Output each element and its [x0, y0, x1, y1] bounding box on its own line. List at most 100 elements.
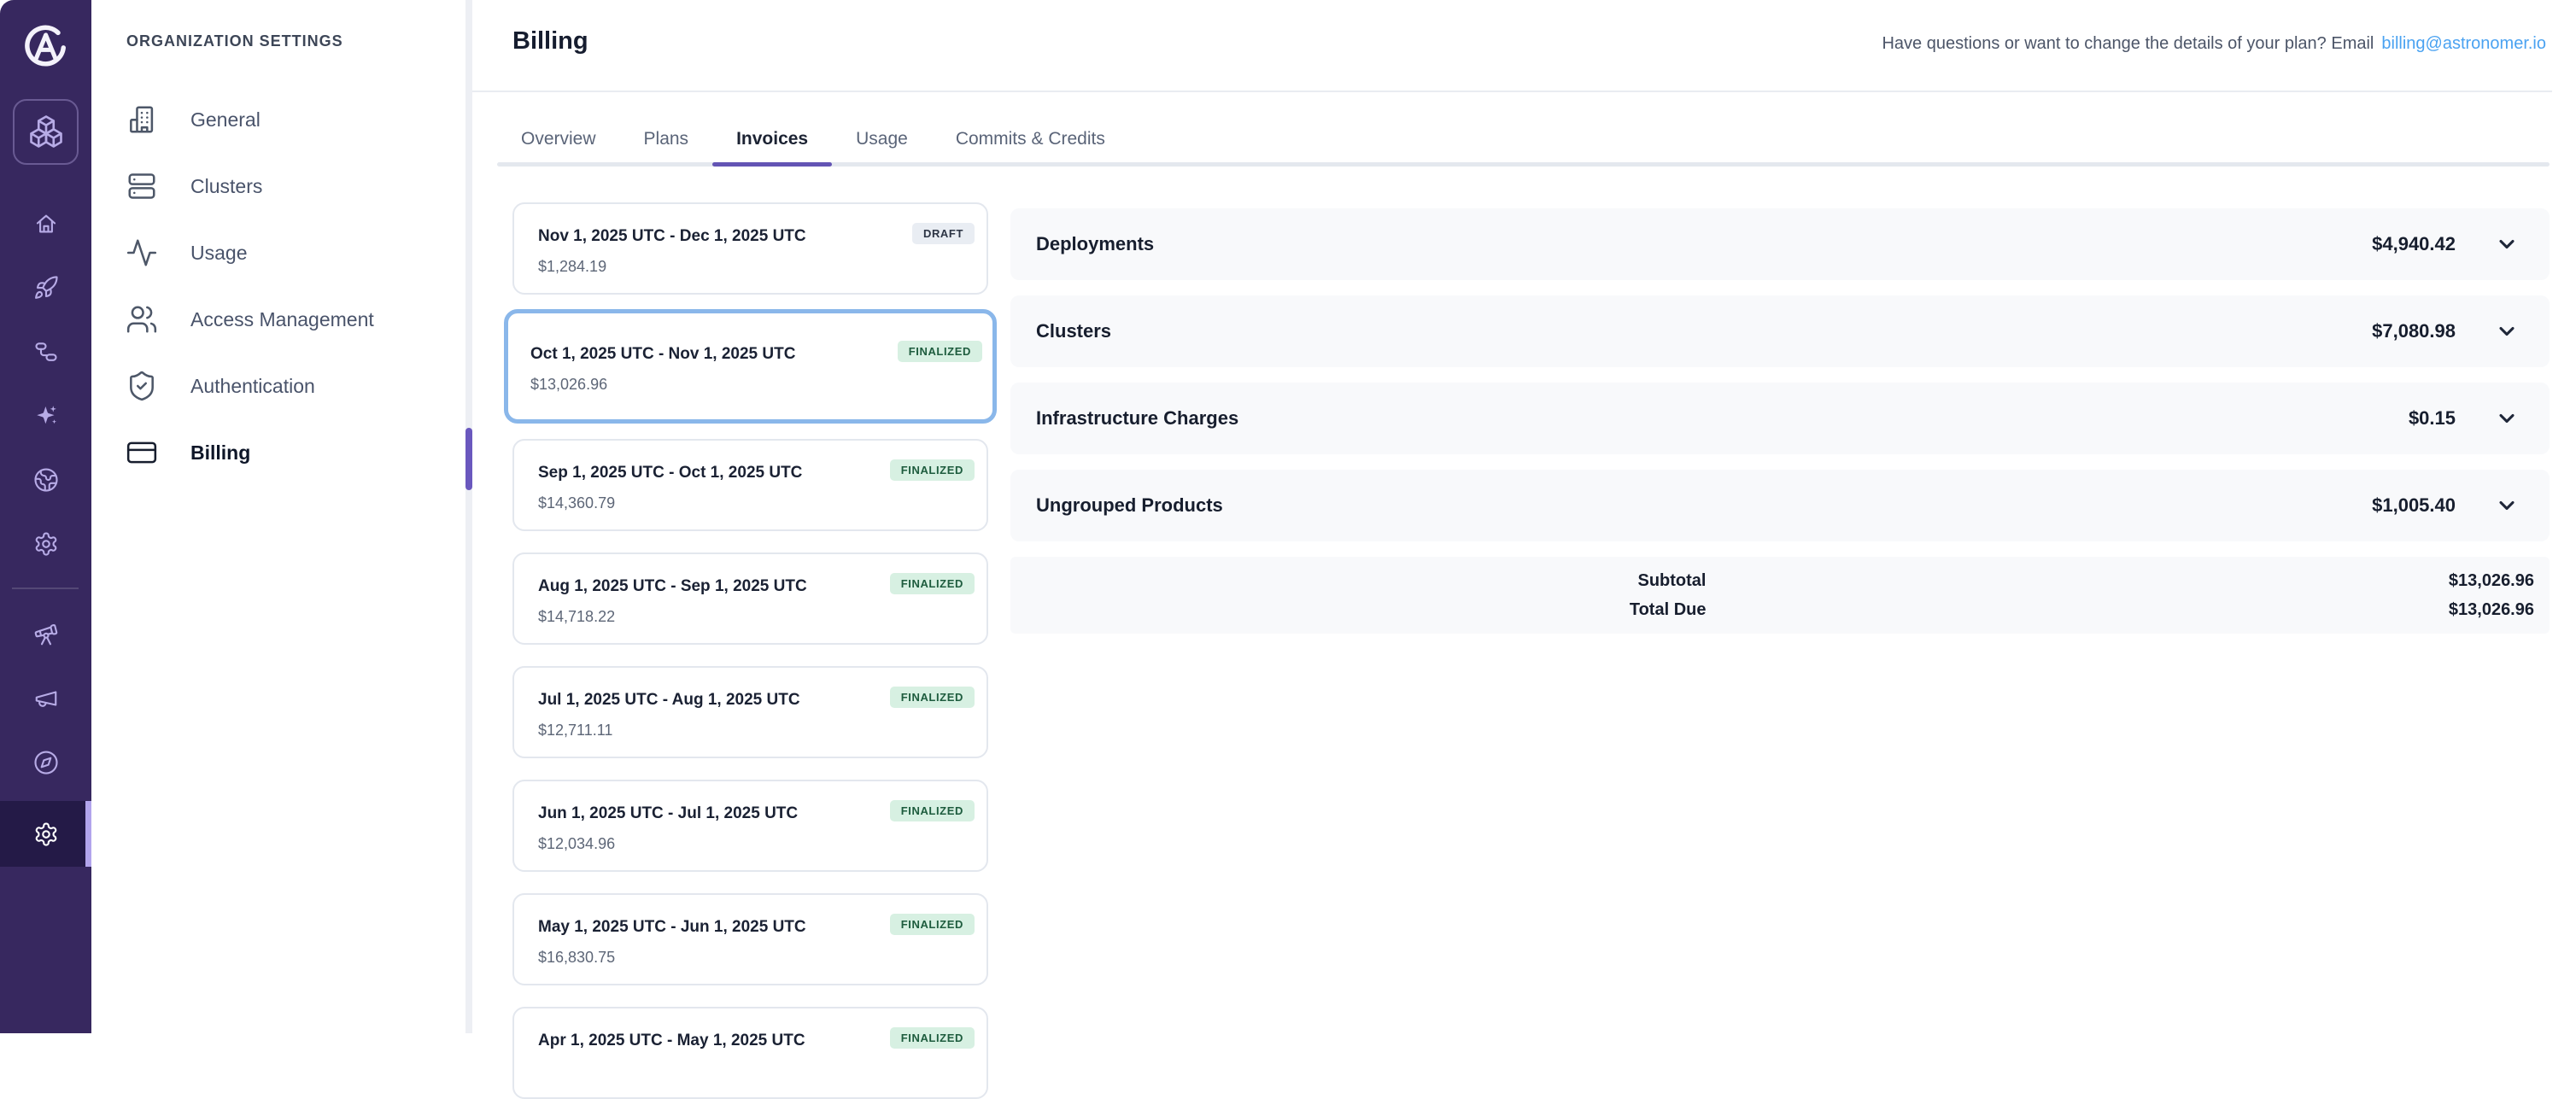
charge-group-label: Infrastructure Charges [1036, 407, 2409, 430]
total-label: Total Due [1010, 600, 1707, 620]
invoice-card-7[interactable]: Apr 1, 2025 UTC - May 1, 2025 UTC FINALI… [512, 1007, 988, 1099]
invoice-status-badge: DRAFT [912, 223, 975, 244]
charge-group-amount: $7,080.98 [2372, 320, 2456, 342]
rail-item-settings-active[interactable] [0, 801, 91, 867]
compass-icon [33, 750, 59, 775]
sidebar-item-label: General [190, 108, 261, 132]
globe-icon [33, 467, 59, 493]
tab-invoices[interactable]: Invoices [712, 116, 832, 162]
rail-item-rocket[interactable] [0, 255, 91, 319]
sidebar-item-label: Authentication [190, 375, 315, 398]
sidebar-item-general[interactable]: General [91, 86, 465, 153]
help-message: Have questions or want to change the det… [1882, 34, 2374, 53]
charge-group-infrastructure-charges[interactable]: Infrastructure Charges $0.15 [1010, 383, 2550, 454]
sidebar-item-billing[interactable]: Billing [91, 419, 465, 486]
rail-divider [12, 587, 79, 589]
sidebar-menu: General Clusters Usage Access Management… [91, 86, 465, 486]
rail-item-megaphone[interactable] [0, 666, 91, 730]
charge-group-ungrouped-products[interactable]: Ungrouped Products $1,005.40 [1010, 470, 2550, 541]
rail-bottom-group [0, 602, 91, 794]
invoice-status-badge: FINALIZED [890, 687, 975, 708]
sidebar-item-usage[interactable]: Usage [91, 219, 465, 286]
active-section-indicator[interactable] [465, 428, 472, 490]
tab-usage[interactable]: Usage [832, 116, 932, 162]
invoice-card-1[interactable]: Oct 1, 2025 UTC - Nov 1, 2025 UTC FINALI… [504, 309, 997, 424]
invoice-status-badge: FINALIZED [890, 1027, 975, 1049]
invoice-card-6[interactable]: May 1, 2025 UTC - Jun 1, 2025 UTC FINALI… [512, 893, 988, 985]
invoice-card-3[interactable]: Aug 1, 2025 UTC - Sep 1, 2025 UTC FINALI… [512, 552, 988, 645]
charge-group-amount: $4,940.42 [2372, 233, 2456, 255]
charge-group-label: Deployments [1036, 233, 2372, 255]
org-settings-sidebar: ORGANIZATION SETTINGS General Clusters U… [91, 0, 465, 1033]
charge-group-clusters[interactable]: Clusters $7,080.98 [1010, 295, 2550, 367]
chevron-down-icon-wrap[interactable] [2495, 406, 2519, 430]
gear-icon [33, 821, 59, 847]
invoice-totals: Subtotal $13,026.96 Total Due $13,026.96 [1010, 557, 2550, 634]
billing-email-link[interactable]: billing@astronomer.io [2381, 34, 2546, 53]
chevron-down-icon-wrap[interactable] [2495, 232, 2519, 256]
invoice-card-4[interactable]: Jul 1, 2025 UTC - Aug 1, 2025 UTC FINALI… [512, 666, 988, 758]
server-icon [126, 170, 158, 202]
building-icon-wrap [125, 102, 159, 137]
invoice-amount: $14,360.79 [538, 492, 963, 514]
main-panel: Billing Have questions or want to change… [472, 0, 2576, 1033]
sidebar-scroll-track [465, 0, 472, 1033]
rail-item-sparkles[interactable] [0, 383, 91, 447]
rocket-icon [33, 275, 59, 301]
sidebar-item-authentication[interactable]: Authentication [91, 353, 465, 419]
rail-item-gear[interactable] [0, 512, 91, 576]
sidebar-item-clusters[interactable]: Clusters [91, 153, 465, 219]
invoice-amount: $12,711.11 [538, 719, 963, 741]
activity-icon [126, 237, 158, 269]
credit-card-icon [126, 436, 158, 469]
rail-item-telescope[interactable] [0, 602, 91, 666]
gear-icon [33, 531, 59, 557]
chevron-down-icon[interactable] [2495, 319, 2519, 343]
users-icon [126, 303, 158, 336]
invoice-card-0[interactable]: Nov 1, 2025 UTC - Dec 1, 2025 UTC DRAFT … [512, 202, 988, 295]
tab-plans[interactable]: Plans [620, 116, 713, 162]
chevron-down-icon[interactable] [2495, 232, 2519, 256]
invoice-period: Nov 1, 2025 UTC - Dec 1, 2025 UTC [538, 225, 963, 248]
invoice-amount: $13,026.96 [530, 373, 970, 395]
invoice-card-2[interactable]: Sep 1, 2025 UTC - Oct 1, 2025 UTC FINALI… [512, 439, 988, 531]
cubes-icon [28, 114, 64, 150]
primary-nav-rail [0, 0, 91, 1033]
invoice-status-badge: FINALIZED [890, 914, 975, 935]
rail-item-workflow[interactable] [0, 319, 91, 383]
rail-item-compass[interactable] [0, 730, 91, 794]
billing-help-text: Have questions or want to change the det… [1882, 34, 2546, 54]
server-icon-wrap [125, 169, 159, 203]
workspace-switcher-button[interactable] [13, 99, 79, 165]
chevron-down-icon[interactable] [2495, 406, 2519, 430]
total-label: Subtotal [1010, 571, 1707, 591]
invoice-amount: $1,284.19 [538, 255, 963, 278]
invoice-card-5[interactable]: Jun 1, 2025 UTC - Jul 1, 2025 UTC FINALI… [512, 780, 988, 872]
rail-item-home[interactable] [0, 191, 91, 255]
astronomer-logo[interactable] [20, 20, 71, 77]
rail-item-globe[interactable] [0, 447, 91, 512]
rail-top-group [0, 191, 91, 576]
invoice-amount: $12,034.96 [538, 833, 963, 855]
tab-overview[interactable]: Overview [497, 116, 620, 162]
activity-icon-wrap [125, 236, 159, 270]
sidebar-item-label: Billing [190, 441, 250, 465]
invoice-status-badge: FINALIZED [890, 800, 975, 821]
chevron-down-icon-wrap[interactable] [2495, 319, 2519, 343]
megaphone-icon [33, 686, 59, 711]
charge-group-amount: $1,005.40 [2372, 494, 2456, 517]
page-title: Billing [512, 27, 588, 56]
total-amount: $13,026.96 [1707, 571, 2550, 591]
sidebar-item-access-management[interactable]: Access Management [91, 286, 465, 353]
active-rail-indicator [85, 801, 91, 867]
tab-commits-credits[interactable]: Commits & Credits [932, 116, 1129, 162]
invoice-amount [538, 1060, 963, 1082]
total-row-subtotal: Subtotal $13,026.96 [1010, 568, 2550, 593]
chevron-down-icon-wrap[interactable] [2495, 494, 2519, 517]
credit-card-icon-wrap [125, 436, 159, 470]
workflow-icon [33, 339, 59, 365]
chevron-down-icon[interactable] [2495, 494, 2519, 517]
invoices-content: Nov 1, 2025 UTC - Dec 1, 2025 UTC DRAFT … [472, 202, 2576, 1099]
shield-check-icon-wrap [125, 369, 159, 403]
charge-group-deployments[interactable]: Deployments $4,940.42 [1010, 208, 2550, 280]
